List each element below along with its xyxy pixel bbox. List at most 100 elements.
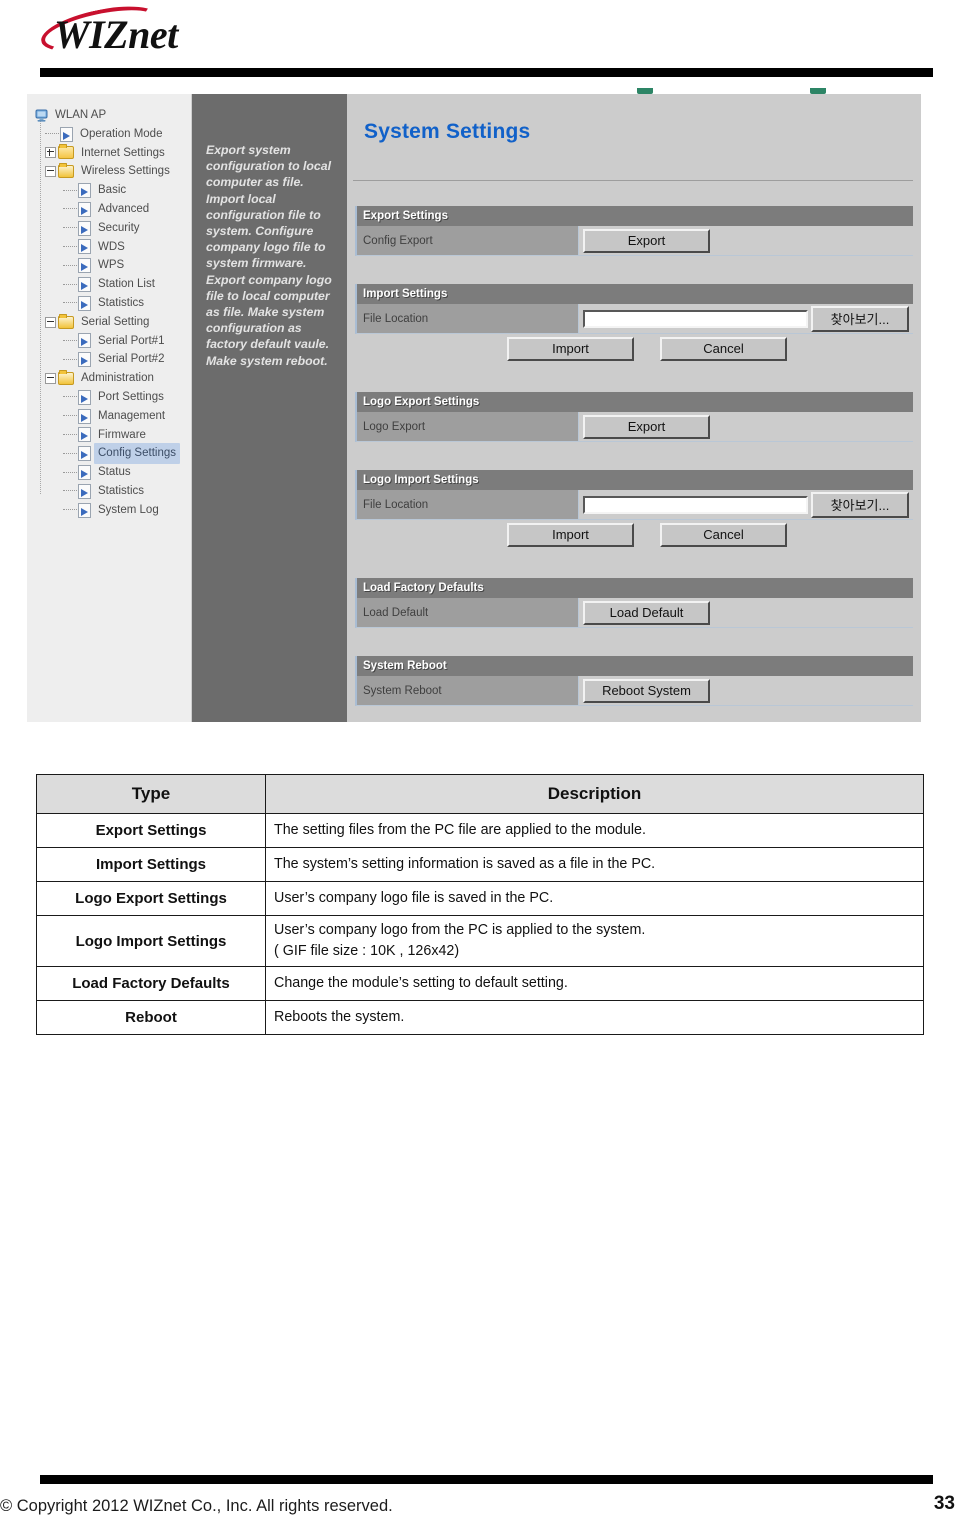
- import-file-path-input[interactable]: [583, 309, 808, 328]
- collapse-icon[interactable]: [45, 373, 56, 385]
- import-button[interactable]: Import: [507, 337, 634, 361]
- tree-item-label: Statistics: [98, 484, 145, 497]
- cell-description: Reboots the system.: [265, 1000, 924, 1035]
- reboot-system-button[interactable]: Reboot System: [583, 678, 710, 703]
- row-load-default: Load Default Load Default: [355, 598, 913, 628]
- tree-item-serial-setting[interactable]: Serial Setting: [27, 313, 191, 332]
- row-logo-import-file-location: File Location 찾아보기...: [355, 490, 913, 520]
- expand-icon[interactable]: [45, 147, 56, 159]
- page-icon: [78, 277, 91, 293]
- control-logo-import-file-location: 찾아보기...: [579, 490, 913, 519]
- tree-connector-dots: [63, 452, 77, 455]
- tree-item-operation-mode[interactable]: Operation Mode: [27, 125, 191, 144]
- table-row: Export Settings The setting files from th…: [36, 813, 924, 848]
- import-cancel-button[interactable]: Cancel: [660, 337, 787, 361]
- tree-item-label: Advanced: [98, 202, 150, 215]
- tree-item-label: Basic: [98, 184, 127, 197]
- tree-item-label: Internet Settings: [81, 146, 165, 159]
- cell-description: The system’s setting information is save…: [265, 847, 924, 882]
- tree-item-management[interactable]: Management: [27, 407, 191, 426]
- tree-connector-dots: [63, 471, 77, 474]
- tree-item-station-list[interactable]: Station List: [27, 275, 191, 294]
- cell-description: The setting files from the PC file are a…: [265, 813, 924, 848]
- column-header-description: Description: [265, 774, 924, 814]
- section-logo-export-settings: Logo Export Settings Logo Export Export: [355, 392, 913, 442]
- config-export-button[interactable]: Export: [583, 228, 710, 253]
- tree-item-administration[interactable]: Administration: [27, 369, 191, 388]
- settings-pane: System Settings Export Settings Config E…: [347, 94, 921, 722]
- tree-item-basic[interactable]: Basic: [27, 181, 191, 200]
- section-load-factory-defaults: Load Factory Defaults Load Default Load …: [355, 578, 913, 628]
- cell-description: User’s company logo file is saved in the…: [265, 881, 924, 916]
- tree-item-wds[interactable]: WDS: [27, 238, 191, 257]
- logo-export-button[interactable]: Export: [583, 414, 710, 439]
- tree-item-label: Operation Mode: [80, 127, 163, 140]
- tree-item-config-settings[interactable]: Config Settings: [27, 443, 191, 465]
- table-head: Type Description: [36, 774, 924, 814]
- cell-description: Change the module’s setting to default s…: [265, 966, 924, 1001]
- monitor-icon: [35, 109, 48, 122]
- tree-item-wlan-ap[interactable]: WLAN AP: [27, 106, 191, 125]
- logo-import-file-picker: 찾아보기...: [583, 491, 909, 518]
- page-icon: [78, 465, 91, 481]
- tree-item-statistics[interactable]: Statistics: [27, 482, 191, 501]
- table-header-row: Type Description: [36, 774, 924, 814]
- tree-connector-dots: [63, 396, 77, 398]
- tree-item-status[interactable]: Status: [27, 463, 191, 482]
- tree-item-firmware[interactable]: Firmware: [27, 426, 191, 445]
- tree-item-serial-port-2[interactable]: Serial Port#2: [27, 350, 191, 369]
- tree-item-system-log[interactable]: System Log: [27, 501, 191, 520]
- label-logo-export: Logo Export: [357, 412, 579, 441]
- tree-connector-dots: [63, 283, 77, 286]
- control-load-default: Load Default: [579, 598, 913, 627]
- tree-item-label: Port Settings: [98, 390, 164, 403]
- description-line: The setting files from the PC file are a…: [274, 822, 646, 838]
- tree-item-wireless-settings[interactable]: Wireless Settings: [27, 162, 191, 181]
- logo-import-button[interactable]: Import: [507, 523, 634, 547]
- wiznet-logo: WIZnet: [37, 0, 230, 61]
- page-icon: [78, 502, 91, 518]
- collapse-icon[interactable]: [45, 166, 56, 178]
- tree-item-wps[interactable]: WPS: [27, 256, 191, 275]
- logo-import-browse-button[interactable]: 찾아보기...: [811, 491, 909, 518]
- footer-copyright: © Copyright 2012 WIZnet Co., Inc. All ri…: [0, 1497, 393, 1515]
- page-icon: [78, 389, 91, 405]
- tree-connector-dots: [63, 358, 77, 361]
- tree-item-serial-port-1[interactable]: Serial Port#1: [27, 332, 191, 351]
- row-system-reboot: System Reboot Reboot System: [355, 676, 913, 706]
- tree-item-port-settings[interactable]: Port Settings: [27, 388, 191, 407]
- logo-import-cancel-button[interactable]: Cancel: [660, 523, 787, 547]
- section-header-import: Import Settings: [355, 284, 913, 304]
- navigation-tree-pane: WLAN AP Operation Mode Internet Settings Wi…: [27, 94, 192, 722]
- tree-connector-dots: [63, 415, 77, 417]
- tree-connector-dots: [63, 227, 77, 229]
- page-icon: [78, 483, 91, 499]
- tree-item-label: Wireless Settings: [81, 165, 170, 178]
- section-header-logo-export: Logo Export Settings: [355, 392, 913, 412]
- control-system-reboot: Reboot System: [579, 676, 913, 705]
- row-import-file-location: File Location 찾아보기...: [355, 304, 913, 334]
- page-icon: [78, 352, 91, 368]
- page-number: 33: [933, 1493, 955, 1514]
- tree-item-label: System Log: [98, 503, 159, 516]
- tree-item-internet-settings[interactable]: Internet Settings: [27, 144, 191, 163]
- label-system-reboot: System Reboot: [357, 676, 579, 705]
- description-line: ( GIF file size : 10K , 126x42): [274, 943, 460, 959]
- footer-divider: [40, 1475, 933, 1484]
- cell-type: Export Settings: [36, 813, 266, 848]
- import-action-buttons: Import Cancel: [355, 334, 913, 364]
- tree-item-security[interactable]: Security: [27, 219, 191, 238]
- logo-import-file-path-input[interactable]: [583, 495, 808, 514]
- tree-item-statistics[interactable]: Statistics: [27, 294, 191, 313]
- folder-open-icon: [58, 313, 74, 329]
- collapse-icon[interactable]: [45, 316, 56, 328]
- tree-connector-dots: [63, 433, 77, 436]
- table-body: Export Settings The setting files from th…: [36, 813, 924, 1035]
- table-row: Import Settings The system’s setting info…: [36, 847, 924, 882]
- folder-open-icon: [58, 370, 74, 386]
- load-default-button[interactable]: Load Default: [583, 600, 710, 625]
- page-icon: [78, 427, 91, 443]
- tree-item-advanced[interactable]: Advanced: [27, 200, 191, 219]
- row-logo-export: Logo Export Export: [355, 412, 913, 442]
- import-browse-button[interactable]: 찾아보기...: [811, 305, 909, 332]
